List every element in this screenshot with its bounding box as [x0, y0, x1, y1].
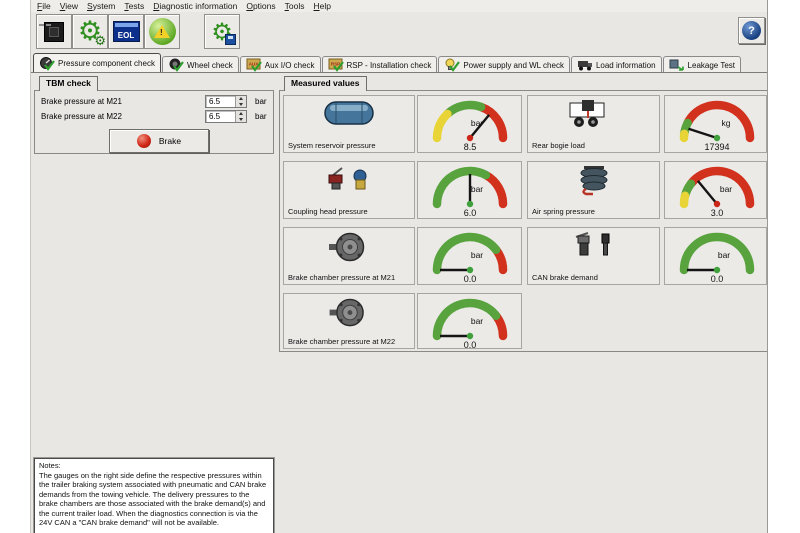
tbm-check-panel: Brake pressure at M21 6.5 bar Brake pres…: [34, 90, 274, 154]
measured-values-title: Measured values: [284, 76, 367, 91]
notes-panel: Notes: The gauges on the right side defi…: [34, 458, 274, 533]
svg-text:0.0: 0.0: [464, 340, 477, 350]
equipment-cell: CAN brake demand: [527, 227, 660, 285]
tbm-check-title: TBM check: [39, 76, 98, 91]
ecu-connect-button[interactable]: [36, 14, 72, 49]
notes-body: The gauges on the right side define the …: [39, 471, 269, 528]
tab-aux-io-check[interactable]: AUX Aux I/O check: [240, 56, 321, 73]
svg-text:bar: bar: [718, 250, 730, 260]
brake-pressure-m22-input[interactable]: 6.5: [205, 110, 247, 123]
menu-bar: File View System Tests Diagnostic inform…: [31, 0, 767, 12]
system-reservoir-pressure-gauge: bar 8.5: [418, 96, 522, 152]
svg-text:17394: 17394: [704, 142, 729, 152]
svg-text:0.0: 0.0: [464, 274, 477, 284]
svg-text:kg: kg: [722, 118, 731, 128]
save-parameters-button[interactable]: ⚙: [204, 14, 240, 49]
svg-text:bar: bar: [720, 184, 732, 194]
equipment-cell: Brake chamber pressure at M21: [283, 227, 415, 285]
tab-power-supply-wl-check[interactable]: Power supply and WL check: [438, 56, 570, 73]
tab-leakage-test[interactable]: Leakage Test: [663, 56, 741, 73]
brake-ball-icon: [137, 134, 151, 148]
brake-chamber-m21-gauge: bar 0.0: [418, 228, 522, 284]
menu-system[interactable]: System: [87, 1, 115, 11]
menu-tools[interactable]: Tools: [285, 1, 305, 11]
power-supply-check-icon: [444, 58, 460, 72]
gauge-cell: bar 6.0: [417, 161, 522, 219]
brake-chamber-icon: [284, 231, 414, 265]
equipment-cell: Air spring pressure: [527, 161, 660, 219]
gauge-cell: bar 3.0: [664, 161, 767, 219]
equipment-cell: Coupling head pressure: [283, 161, 415, 219]
svg-text:bar: bar: [471, 316, 483, 326]
menu-view[interactable]: View: [60, 1, 78, 11]
svg-text:bar: bar: [471, 184, 483, 194]
gauge-cell: bar 8.5: [417, 95, 522, 153]
svg-text:8.5: 8.5: [464, 142, 477, 152]
system-settings-button[interactable]: ⚙ ⚙: [72, 14, 108, 49]
menu-file[interactable]: File: [37, 1, 51, 11]
spinner-buttons[interactable]: [235, 111, 246, 122]
brake-pressure-m22-label: Brake pressure at M22: [41, 110, 122, 123]
eol-test-button[interactable]: EOL: [108, 14, 144, 49]
wheel-check-icon: [168, 58, 184, 72]
menu-options[interactable]: Options: [246, 1, 275, 11]
measured-values-panel: System reservoir pressure bar 8.5 Rear b…: [279, 90, 768, 352]
can-connector-icon: [528, 231, 659, 261]
svg-text:RSP: RSP: [330, 62, 339, 67]
tab-pressure-component-check[interactable]: Pressure component check: [33, 53, 161, 73]
svg-text:0.0: 0.0: [711, 274, 724, 284]
gauge-cell: kg 17394: [664, 95, 767, 153]
unit-label: bar: [255, 97, 267, 106]
rear-bogie-load-gauge: kg 17394: [665, 96, 768, 152]
warning-triangle-icon: !: [149, 18, 176, 45]
warnings-button[interactable]: !: [144, 14, 180, 49]
tab-rsp-installation-check[interactable]: RSP RSP - Installation check: [322, 56, 438, 73]
notes-title: Notes:: [39, 461, 269, 471]
tab-bar: Pressure component check Wheel check AUX…: [33, 53, 742, 73]
brake-button[interactable]: Brake: [109, 129, 209, 153]
svg-text:3.0: 3.0: [711, 208, 724, 218]
content-pane-divider: [31, 72, 767, 73]
equipment-cell: System reservoir pressure: [283, 95, 415, 153]
unit-label: bar: [255, 112, 267, 121]
svg-text:6.0: 6.0: [464, 208, 477, 218]
menu-help[interactable]: Help: [313, 1, 330, 11]
rsp-check-icon: RSP: [328, 58, 344, 72]
spinner-buttons[interactable]: [235, 96, 246, 107]
spin-down-icon[interactable]: [236, 102, 246, 108]
menu-tests[interactable]: Tests: [124, 1, 144, 11]
ecu-chip-icon: [44, 22, 64, 42]
gauge-cell: bar 0.0: [664, 227, 767, 285]
help-button[interactable]: ?: [738, 17, 765, 44]
rear-bogie-icon: [528, 99, 659, 130]
aux-io-check-icon: AUX: [246, 58, 262, 72]
eol-icon: EOL: [113, 21, 140, 42]
equipment-cell: Rear bogie load: [527, 95, 660, 153]
spin-down-icon[interactable]: [236, 117, 246, 123]
truck-load-icon: [577, 58, 593, 72]
leakage-test-icon: [669, 58, 685, 72]
menu-diagnostic-information[interactable]: Diagnostic information: [153, 1, 237, 11]
brake-pressure-m21-label: Brake pressure at M21: [41, 95, 122, 108]
can-brake-demand-gauge: bar 0.0: [665, 228, 768, 284]
air-spring-icon: [528, 165, 659, 196]
brake-chamber-m22-gauge: bar 0.0: [418, 294, 522, 350]
brake-chamber-icon: [284, 297, 414, 330]
application-window: File View System Tests Diagnostic inform…: [30, 0, 768, 533]
coupling-head-icon: [284, 165, 414, 195]
gauge-cell: bar 0.0: [417, 227, 522, 285]
tab-wheel-check[interactable]: Wheel check: [162, 56, 239, 73]
help-icon: ?: [742, 21, 761, 40]
tab-load-information[interactable]: Load information: [571, 56, 662, 73]
gauge-cell: bar 0.0: [417, 293, 522, 349]
floppy-disk-icon: [225, 34, 236, 45]
pressure-gauge-check-icon: [39, 57, 55, 71]
reservoir-tank-icon: [284, 99, 414, 127]
svg-text:bar: bar: [471, 250, 483, 260]
brake-pressure-m21-input[interactable]: 6.5: [205, 95, 247, 108]
equipment-cell: Brake chamber pressure at M22: [283, 293, 415, 349]
air-spring-pressure-gauge: bar 3.0: [665, 162, 768, 218]
small-gear-icon: ⚙: [94, 35, 106, 48]
coupling-head-pressure-gauge: bar 6.0: [418, 162, 522, 218]
